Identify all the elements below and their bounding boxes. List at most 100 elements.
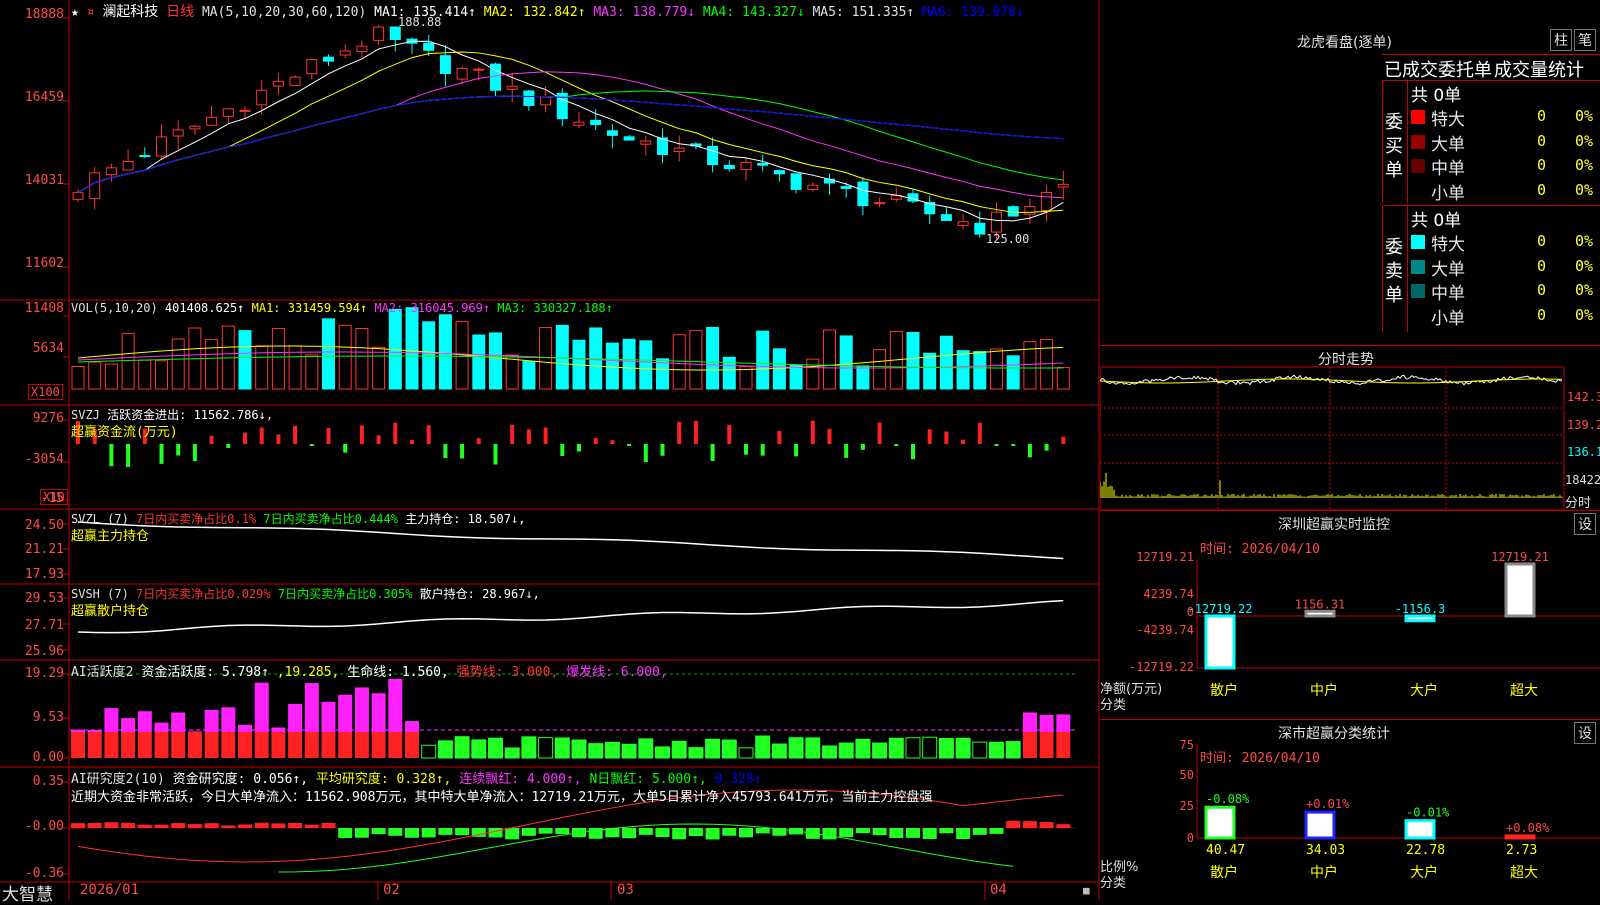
ai-research-bar [71,823,85,828]
ai-active-bar [1005,741,1021,759]
ai-active-bar [421,744,437,759]
svzj-bar [810,420,815,444]
star-icon[interactable]: ★ [71,5,79,20]
volume-bar [138,359,152,390]
tab-filled[interactable]: 已成交 [1384,56,1438,82]
buy-order-count: 0 [1537,107,1547,125]
svzj-header-item-1: 活跃资金进出: 11562.786↓, [107,408,274,422]
sz-class-category-label: 大户 [1410,864,1438,881]
candle-body [523,90,535,106]
tab-orders[interactable]: 委托单 [1438,56,1492,82]
candle-body [72,192,84,200]
candle-body [122,160,134,171]
volume-bar [155,360,168,390]
sz-monitor-xlabel: 分类 [1100,698,1127,713]
candle-body [540,96,552,106]
ai-research-y-tick: -0.36 [24,866,64,881]
ai-research-bar [755,828,770,834]
svzj-bar [276,434,281,444]
vol-y-tick: 11408 [24,301,64,316]
volume-bar [939,335,953,390]
tab-volume-stats[interactable]: 成交量统计 [1494,56,1584,82]
candle-body [840,186,852,189]
svzj-bar [894,444,899,446]
ai-research-bar [688,828,703,837]
ai-research-bar [705,828,720,840]
ai-research-bar [187,824,202,828]
sz-class-chart: 75 50 25 0 -0.08% 40.47 散户 +0.01% 34.03 中户 -0.01% 2… [1180,738,1600,881]
ai-active-bar-lower [254,732,269,758]
candle-body [623,136,635,141]
info-tag-icon[interactable]: ¤ [87,5,95,20]
ai-research-bar [154,824,169,828]
sell-total: 共 0单 [1411,211,1462,231]
buy-side-label: 委买单 [1385,112,1403,181]
ai-research-bar [521,828,536,836]
svzl-y-tick: 21.21 [24,542,64,557]
vol-unit: X100 [28,384,63,400]
ai-active-bar-upper [1022,712,1037,732]
ai-active-bar-upper [321,701,336,732]
intraday-panel[interactable]: 分时走势 142.3 139.2 136.1 18422 分时 [1100,345,1600,511]
svzj-bar [343,444,348,453]
ai-research-bar [839,828,854,837]
ai-active-bar-upper [238,724,252,732]
svzj-bar [159,444,164,464]
sz-class-bar [1504,834,1536,840]
sz-monitor-bar [1204,614,1236,670]
sz-class-y-tick: 0 [1187,831,1194,845]
svzj-bar [827,428,832,444]
ai-active-bar-upper [154,722,169,732]
period-label[interactable]: 日线 [166,4,194,20]
candle-body [790,173,802,190]
volume-bar [489,332,502,390]
ai-active-bar [638,738,654,759]
svzj-bar [961,439,966,444]
candle-body [707,145,719,166]
sz-class-category-label: 中户 [1310,864,1338,881]
bar-mode-button[interactable]: 柱 [1550,29,1572,51]
buy-order-row: 小单 0 0% [1407,179,1600,204]
ai-active-bar [989,741,1004,759]
candle-body [874,202,886,205]
svzj-bar [744,444,748,455]
volume-bar [706,326,720,390]
ai-active-bar-lower [71,732,85,758]
ai-research-bar [638,828,653,835]
ai-research-bar [271,823,286,828]
sz-monitor-y-tick: -12719.22 [1129,660,1194,674]
svzl-line [77,521,1064,560]
ai-active-bar [888,737,904,759]
ai-research-bar [855,828,870,834]
vol-y-tick: 5634 [32,341,64,356]
ai-research-bar [922,828,937,839]
svzj-unit: X10 [40,489,68,505]
ai-research-bar [538,828,553,834]
ai-active-bar-lower [204,732,219,758]
sz-monitor-y-tick: 12719.21 [1136,550,1194,564]
candle-body [89,172,101,199]
stock-name[interactable]: 澜起科技 [102,4,158,20]
intraday-chart[interactable] [1100,345,1600,510]
tick-mode-button[interactable]: 笔 [1574,29,1596,51]
lock-icon[interactable]: ■ [1083,884,1090,897]
svzj-bar [510,424,515,444]
intraday-volume-label: 18422 [1565,473,1600,487]
ai-active-bar-upper [104,708,119,732]
buy-order-count: 0 [1537,156,1547,174]
ai-research-bar [872,828,887,836]
sell-order-row: 大单 0 0% [1407,255,1600,280]
sz-monitor-category-label: 大户 [1410,682,1438,699]
svzj-bar [192,444,197,462]
sz-monitor-value-label: -12719.22 [1187,602,1252,616]
buy-order-swatch [1411,110,1425,124]
sell-order-pct: 0% [1575,232,1594,250]
chart-canvas[interactable] [0,0,1100,900]
ai-research-bar [1056,824,1071,828]
sz-class-value-label: 2.73 [1506,843,1537,858]
ai-active-bar [972,741,988,759]
volume-bar [756,330,770,390]
ai-active-bar-lower [187,732,202,758]
chart-area[interactable]: ★ ¤ 澜起科技 日线 MA(5,10,20,30,60,120) MA1: 1… [0,0,1100,905]
sz-class-change-label: +0.01% [1306,797,1350,811]
